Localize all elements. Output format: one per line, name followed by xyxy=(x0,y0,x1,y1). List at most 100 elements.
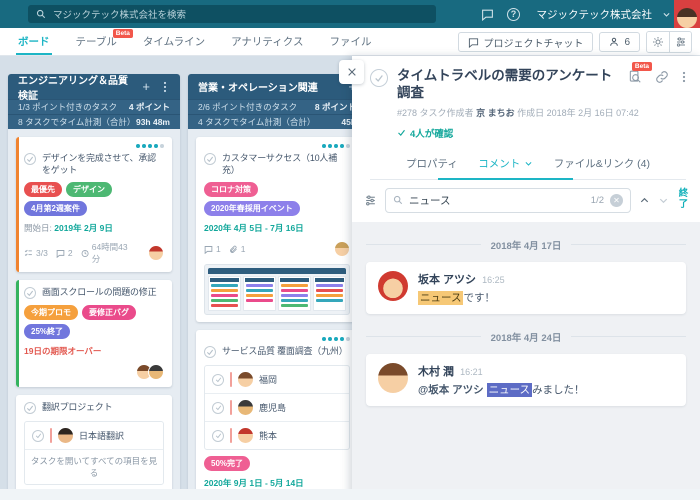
search-icon xyxy=(36,9,46,19)
finish-search-button[interactable]: 終了 xyxy=(677,189,690,211)
close-panel-button[interactable] xyxy=(339,60,364,84)
stat-row: 4 タスクでタイム計測（合計） 45h xyxy=(188,114,366,129)
beta-badge: Beta xyxy=(113,29,133,38)
chat-bubble-icon[interactable] xyxy=(475,0,501,28)
label-chip[interactable]: 4月第2週案件 xyxy=(24,201,87,216)
user-avatar[interactable] xyxy=(674,0,700,28)
company-name[interactable]: マジックテック株式会社 xyxy=(537,7,653,22)
task-card-service-quality[interactable]: サービス品質 覆面調査（九州） 福岡 xyxy=(196,330,358,500)
assignee-avatar[interactable] xyxy=(148,245,164,261)
label-chip[interactable]: 要修正バグ xyxy=(82,305,136,320)
subtask-check-circle[interactable] xyxy=(32,430,44,442)
previous-match-icon[interactable] xyxy=(639,195,650,206)
assignee-avatar[interactable] xyxy=(148,364,164,380)
task-card-customer-success[interactable]: カスタマーサクセス（10人補充） コロナ対策 2020年春採用イベント 2020… xyxy=(196,137,358,322)
tab-table[interactable]: テーブル Beta xyxy=(76,28,117,55)
date-divider: 2018年 4月 24日 xyxy=(366,330,686,344)
comment-count: 2 xyxy=(56,248,73,258)
next-match-icon[interactable] xyxy=(658,195,669,206)
subtask-row[interactable]: 鹿児島 xyxy=(205,393,349,421)
tab-analytics[interactable]: アナリティクス xyxy=(231,28,303,55)
close-icon xyxy=(347,67,357,77)
column-menu-icon[interactable] xyxy=(160,81,170,93)
comment-body: @坂本 アツシ ニュースみました！ xyxy=(418,382,585,397)
task-check-circle[interactable] xyxy=(370,69,388,87)
commenter-avatar xyxy=(378,363,408,393)
subtask-avatar xyxy=(58,428,73,443)
overdue-warning: 19日の期限オーバー xyxy=(24,345,164,357)
board-column-engineering: エンジニアリング＆品質検証 + 1/3 ポイント付きのタスク 4 ポイント 8 … xyxy=(8,74,180,500)
label-chip[interactable]: 今期プロモ xyxy=(24,305,78,320)
label-chip[interactable]: デザイン xyxy=(66,182,112,197)
chevron-down-icon[interactable] xyxy=(658,0,674,28)
attachment-image[interactable] xyxy=(204,264,350,315)
add-task-icon[interactable]: + xyxy=(142,79,150,94)
task-title: 翻訳プロジェクト xyxy=(42,402,112,414)
members-count-button[interactable]: 6 xyxy=(599,32,640,52)
label-chip[interactable]: 25%終了 xyxy=(24,324,70,339)
settings-gear-icon[interactable] xyxy=(647,32,669,52)
task-card-scroll-bug[interactable]: 画面スクロールの問題の修正 今期プロモ 要修正バグ 25%終了 19日の期限オー… xyxy=(16,280,172,387)
task-check-circle[interactable] xyxy=(24,287,36,299)
stat-row: 2/6 ポイント付きのタスク 8 ポイント xyxy=(188,99,366,114)
task-check-circle[interactable] xyxy=(24,402,36,414)
label-chip[interactable]: コロナ対策 xyxy=(204,182,258,197)
open-all-items-link[interactable]: タスクを開いてすべての項目を見る xyxy=(25,449,163,484)
search-icon xyxy=(393,195,403,205)
document-search-icon[interactable]: Beta xyxy=(628,70,642,84)
kebab-menu-icon[interactable] xyxy=(682,70,686,84)
label-chip[interactable]: 最優先 xyxy=(24,182,62,197)
project-chat-button[interactable]: プロジェクトチャット xyxy=(458,32,594,52)
tab-comments[interactable]: コメント xyxy=(468,150,543,179)
label-chip[interactable]: 2020年春採用イベント xyxy=(204,201,300,216)
label-chip[interactable]: 50%完了 xyxy=(204,456,250,471)
subtask-row[interactable]: 日本語翻訳 xyxy=(25,422,163,449)
subtask-check-circle[interactable] xyxy=(212,430,224,442)
comment-card[interactable]: 坂本 アツシ 16:25 ニュースです！ xyxy=(366,262,686,314)
task-creator: 京 まちお xyxy=(476,108,515,118)
subtask-row[interactable]: 熊本 xyxy=(205,421,349,449)
comment-icon xyxy=(56,249,65,258)
clear-search-icon[interactable]: ✕ xyxy=(610,194,623,207)
subtask-check-circle[interactable] xyxy=(212,374,224,386)
confirmed-by-count[interactable]: 4人が確認 xyxy=(397,126,686,140)
paperclip-icon xyxy=(229,245,238,254)
tab-files[interactable]: ファイル xyxy=(330,28,372,55)
chevron-down-icon xyxy=(524,159,533,168)
help-icon[interactable]: ? xyxy=(501,0,527,28)
tab-properties[interactable]: プロパティ xyxy=(396,150,468,179)
task-check-circle[interactable] xyxy=(204,153,216,165)
link-icon[interactable] xyxy=(655,70,669,84)
progress-dots xyxy=(24,144,164,148)
comment-card[interactable]: 木村 潤 16:21 @坂本 アツシ ニュースみました！ xyxy=(366,354,686,406)
comment-body: ニュースです！ xyxy=(418,290,505,305)
comment-search-input-box[interactable]: 1/2 ✕ xyxy=(385,188,631,213)
assignee-avatar[interactable] xyxy=(334,241,350,257)
filter-tune-icon[interactable] xyxy=(669,32,691,52)
subtask-check-circle[interactable] xyxy=(212,402,224,414)
subtask-title: 福岡 xyxy=(259,373,277,386)
commenter-name: 木村 潤 xyxy=(418,363,454,379)
horizontal-scroll-area[interactable] xyxy=(0,489,700,500)
task-card-design[interactable]: デザインを完成させて、承認をゲット 最優先 デザイン 4月第2週案件 開始日: … xyxy=(16,137,172,272)
progress-dots xyxy=(204,337,350,341)
task-meta: #278 タスク作成者 京 まちお 作成日 2018年 2月 16日 07:42 xyxy=(397,106,686,119)
global-search-input[interactable]: マジックテック株式会社を検索 xyxy=(28,5,436,23)
task-check-circle[interactable] xyxy=(204,346,216,358)
tab-files-links[interactable]: ファイル&リンク (4) xyxy=(544,150,660,179)
date-range: 2020年 9月 1日 - 5月 14日 xyxy=(204,477,350,489)
comment-search-input[interactable] xyxy=(409,194,585,206)
column-header: エンジニアリング＆品質検証 + xyxy=(8,74,180,99)
subtask-row[interactable]: 福岡 xyxy=(205,366,349,393)
tab-timeline[interactable]: タイムライン xyxy=(143,28,205,55)
tab-board[interactable]: ボード xyxy=(18,28,50,55)
task-card-translation[interactable]: 翻訳プロジェクト 日本語翻訳 タスクを開いてすべての項目を見る 2020年 12… xyxy=(16,395,172,500)
stat-row: 1/3 ポイント付きのタスク 4 ポイント xyxy=(8,99,180,114)
match-counter: 1/2 xyxy=(591,195,604,206)
comment-search-bar: 1/2 ✕ 終了 xyxy=(352,180,700,222)
filter-tune-icon[interactable] xyxy=(364,194,377,207)
user-mention[interactable]: @坂本 アツシ xyxy=(418,384,484,396)
task-check-circle[interactable] xyxy=(24,153,36,165)
board-column-sales-ops: 営業・オペレーション関連 + 2/6 ポイント付きのタスク 8 ポイント 4 タ… xyxy=(188,74,366,500)
task-detail-panel: タイムトラベルの需要のアンケート調査 Beta #278 タスク作成者 xyxy=(352,56,700,500)
